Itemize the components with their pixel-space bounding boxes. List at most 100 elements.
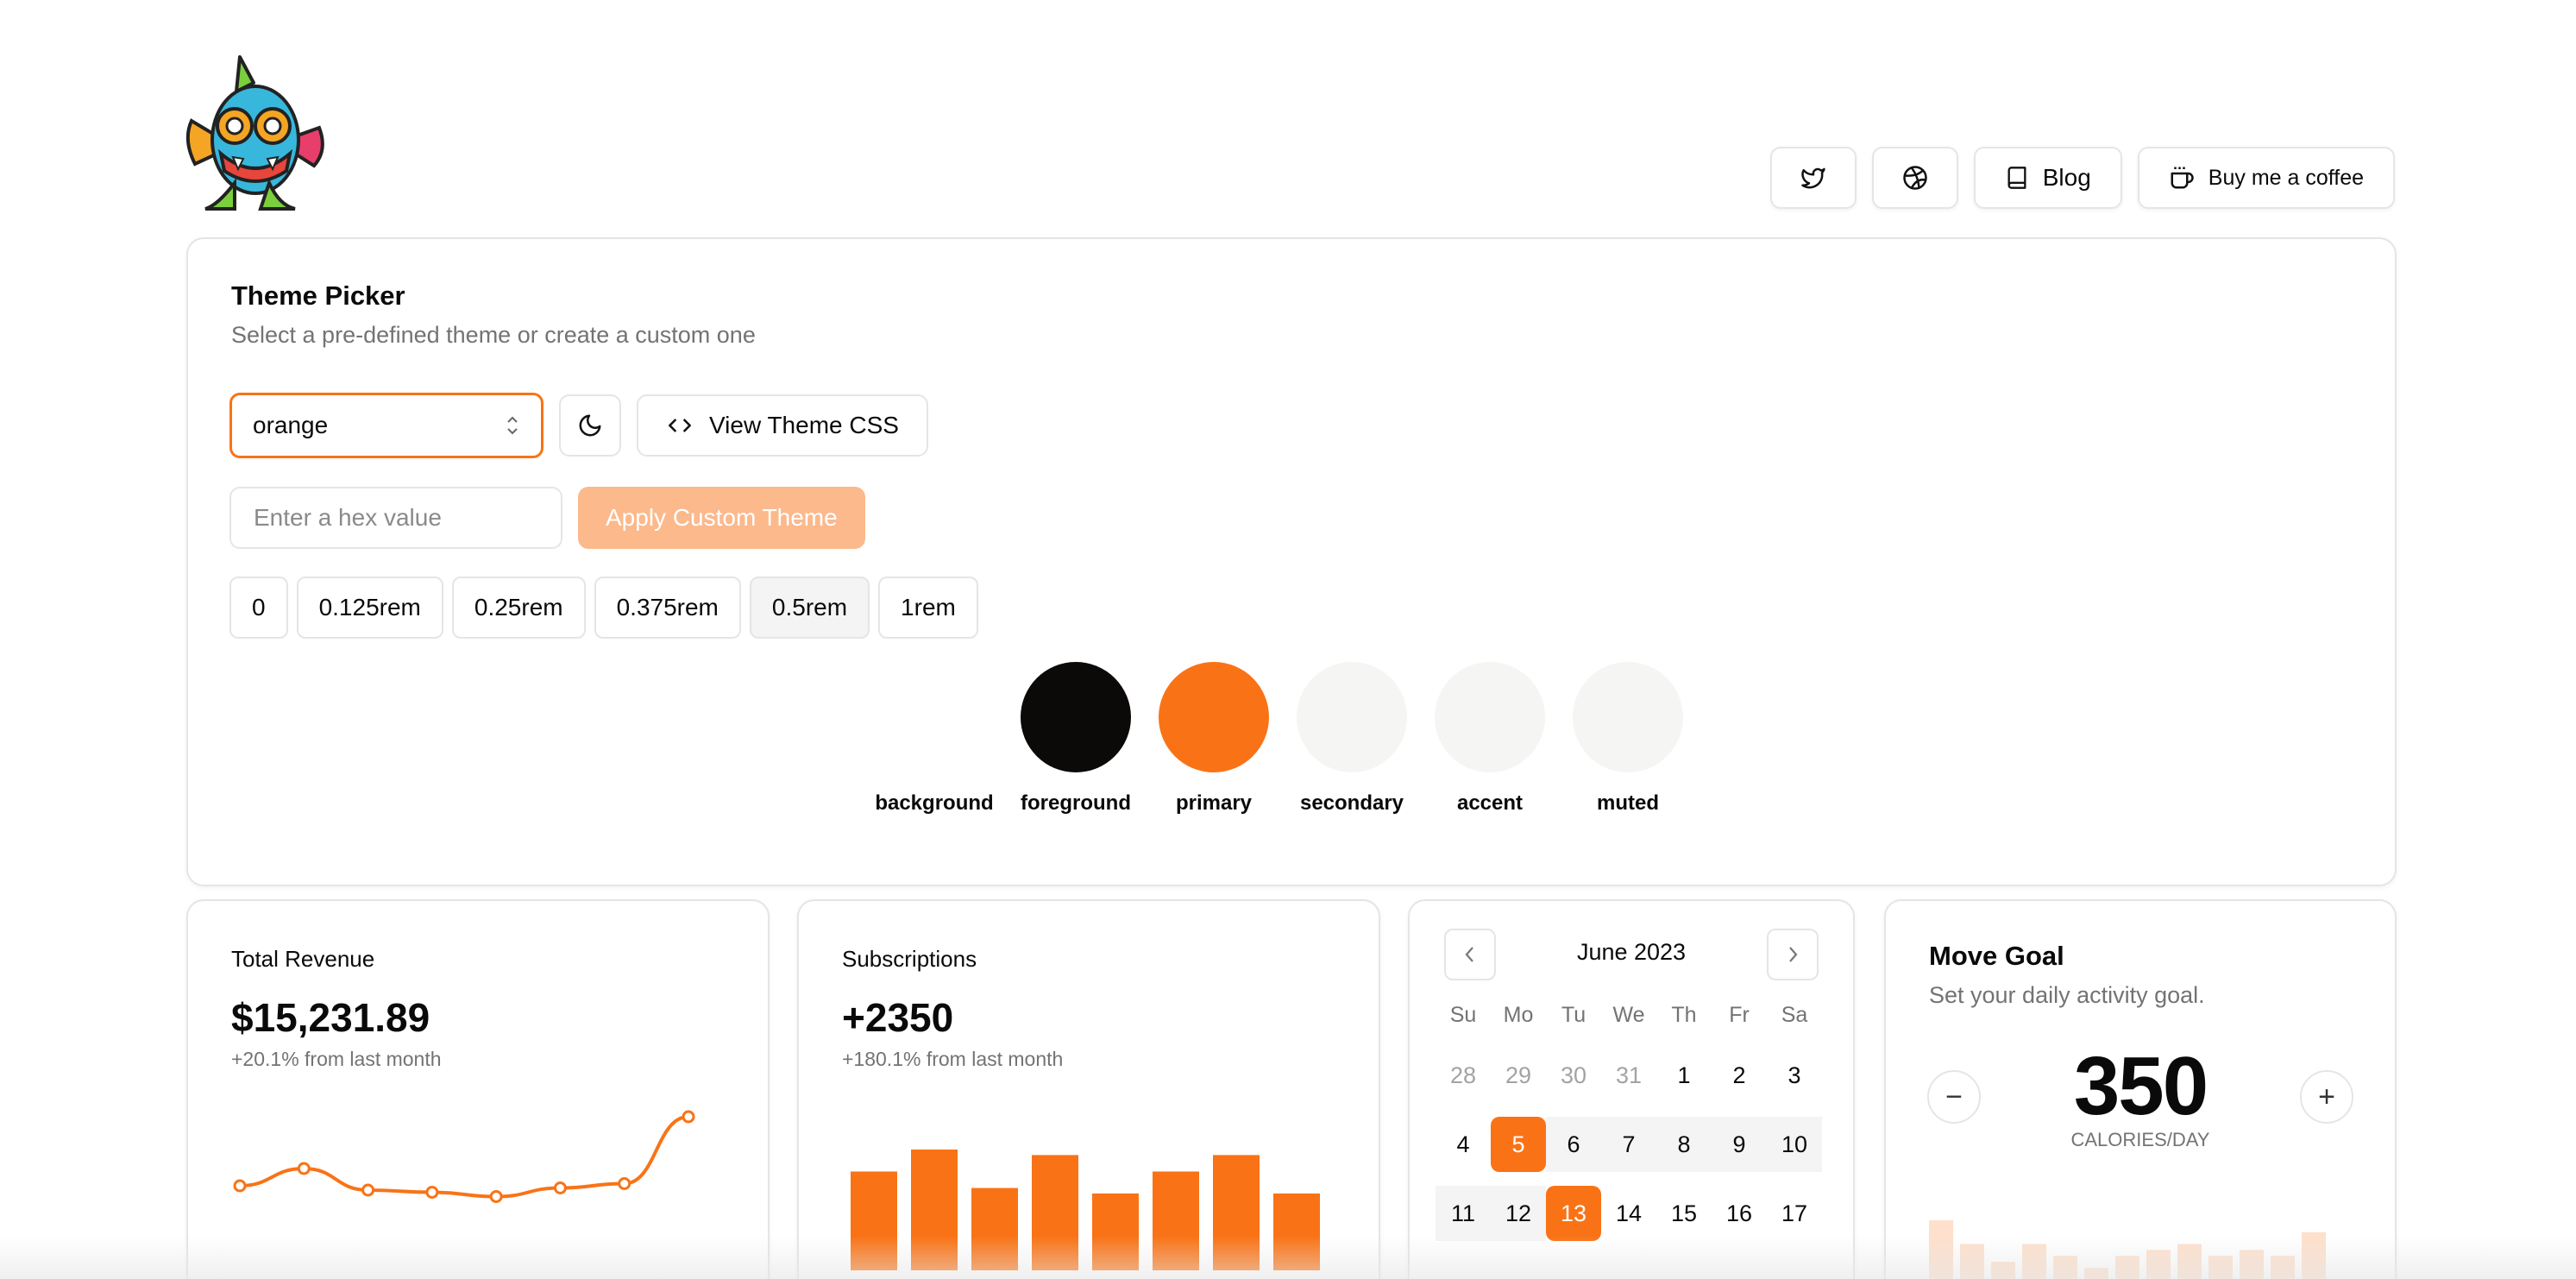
revenue-point [682,1110,695,1124]
revenue-change: +20.1% from last month [231,1048,442,1070]
calendar-day-in-range[interactable]: 10 [1767,1117,1822,1172]
chevron-up-down-icon [507,416,518,435]
weekday-label: Tu [1561,1003,1586,1027]
hex-input[interactable]: Enter a hex value [229,487,562,549]
calendar-day[interactable]: 15 [1656,1186,1712,1241]
subscriptions-value: +2350 [842,995,954,1040]
next-month-button[interactable] [1767,929,1819,980]
view-theme-css-button[interactable]: View Theme CSS [637,394,928,457]
dark-mode-toggle[interactable] [559,394,621,457]
subscriptions-change: +180.1% from last month [842,1048,1064,1070]
blog-label: Blog [2042,164,2091,191]
radius-option-selected[interactable]: 0.5rem [749,576,870,639]
calendar-day[interactable]: 30 [1546,1048,1601,1103]
calendar-day[interactable]: 3 [1767,1048,1822,1103]
coffee-icon [2171,167,2194,189]
twitter-button[interactable] [1769,147,1857,209]
calendar-day-selected[interactable]: 5 [1491,1117,1546,1172]
calendar-day[interactable]: 14 [1601,1186,1656,1241]
calendar-day-in-range[interactable]: 11 [1436,1186,1491,1241]
radius-option[interactable]: 0.125rem [296,576,443,639]
calendar-day[interactable]: 28 [1436,1048,1491,1103]
goal-unit: CALORIES/DAY [2070,1129,2210,1150]
custom-theme-row: Enter a hex value Apply Custom Theme [229,487,865,549]
weekday-label: Sa [1781,1003,1808,1027]
muted-swatch [1573,662,1683,772]
muted-label: muted [1597,791,1659,815]
calendar-day-in-range[interactable]: 8 [1656,1117,1712,1172]
radius-row: 0 0.125rem 0.25rem 0.375rem 0.5rem 1rem [229,576,978,639]
calendar-day-in-range[interactable]: 7 [1601,1117,1656,1172]
radius-option[interactable]: 0 [229,576,288,639]
calendar-day-in-range[interactable]: 12 [1491,1186,1546,1241]
bottom-fade [0,1236,2576,1279]
radius-option[interactable]: 1rem [878,576,978,639]
primary-label: primary [1175,791,1253,815]
chevron-right-icon [1789,947,1798,962]
top-nav: Blog Buy me a coffee [1769,147,2395,209]
increase-goal-button[interactable]: + [2300,1070,2353,1124]
calendar-day[interactable]: 1 [1656,1048,1712,1103]
revenue-point [361,1183,375,1197]
dribbble-button[interactable] [1871,147,1958,209]
calendar-day-in-range[interactable]: 6 [1546,1117,1601,1172]
weekday-label: Fr [1729,1003,1750,1027]
book-icon [2007,167,2026,189]
secondary-swatch [1297,662,1407,772]
revenue-point [553,1181,567,1194]
dribbble-icon [1903,166,1927,190]
color-swatches [188,662,2395,772]
coffee-label: Buy me a coffee [2208,165,2364,190]
secondary-label: secondary [1299,791,1404,815]
theme-controls-row: orange View Theme CSS [229,393,928,458]
weekday-label: Mo [1503,1003,1534,1027]
primary-swatch [1159,662,1269,772]
calendar-day[interactable]: 31 [1601,1048,1656,1103]
radius-option[interactable]: 0.375rem [594,576,741,639]
weekday-label: We [1612,1003,1645,1027]
weekday-label: Su [1449,1003,1477,1027]
calendar-day-selected[interactable]: 13 [1546,1186,1601,1241]
move-goal-subtitle: Set your daily activity goal. [1929,982,2205,1008]
calendar-day[interactable]: 2 [1712,1048,1767,1103]
monster-logo [185,55,324,211]
calendar-day-in-range[interactable]: 9 [1712,1117,1767,1172]
theme-select[interactable]: orange [229,393,543,458]
subscriptions-card: Subscriptions +2350 +180.1% from last mo… [797,899,1380,1279]
moon-icon [579,414,601,437]
calendar-day[interactable]: 29 [1491,1048,1546,1103]
twitter-icon [1801,167,1825,189]
revenue-point [489,1190,503,1203]
revenue-point [233,1179,247,1193]
foreground-swatch [1021,662,1131,772]
move-goal-card: Move Goal Set your daily activity goal. … [1884,899,2397,1279]
blog-button[interactable]: Blog [1973,147,2122,209]
coffee-button[interactable]: Buy me a coffee [2137,147,2395,209]
total-revenue-card: Total Revenue $15,231.89 +20.1% from las… [186,899,770,1279]
move-goal-title: Move Goal [1929,941,2064,971]
revenue-title: Total Revenue [231,946,375,972]
theme-select-value: orange [253,412,329,438]
plus-icon: + [2318,1080,2335,1113]
calendar-day[interactable]: 17 [1767,1186,1822,1241]
foreground-label: foreground [1021,791,1131,815]
background-label: background [875,791,994,815]
code-icon [669,419,691,432]
theme-picker-title: Theme Picker [231,280,405,311]
accent-label: accent [1456,791,1524,815]
theme-picker-subtitle: Select a pre-defined theme or create a c… [231,322,756,348]
apply-custom-theme-button[interactable]: Apply Custom Theme [578,487,865,549]
revenue-point [297,1162,311,1175]
view-theme-css-label: View Theme CSS [709,412,899,438]
accent-swatch [1435,662,1545,772]
calendar-day[interactable]: 4 [1436,1117,1491,1172]
radius-option[interactable]: 0.25rem [451,576,586,639]
revenue-value: $15,231.89 [231,995,430,1040]
subscriptions-title: Subscriptions [842,946,977,972]
revenue-point [618,1177,631,1190]
revenue-point [425,1186,439,1199]
page: Blog Buy me a coffee Theme Picker Select… [0,0,2576,1279]
calendar-day[interactable]: 16 [1712,1186,1767,1241]
calendar-card: June 2023 Su Mo Tu We Th Fr Sa 28 29 30 … [1408,899,1855,1279]
weekday-label: Th [1671,1003,1697,1027]
